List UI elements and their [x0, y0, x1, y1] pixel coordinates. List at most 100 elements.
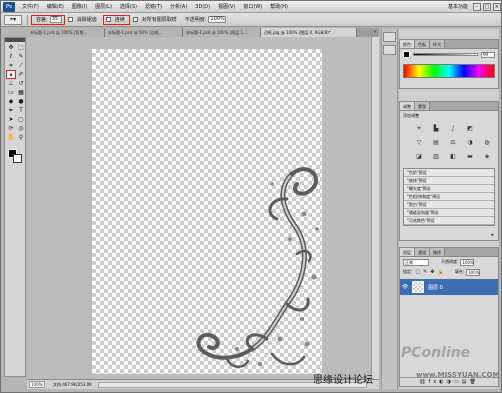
gray-slider[interactable]	[413, 53, 478, 56]
posterize-icon[interactable]: ▥	[431, 152, 441, 161]
layer-opacity-input[interactable]: 100%	[460, 258, 475, 266]
tab-document-3[interactable]: 未标题-1.psd @ 100% (图层 1...	[183, 28, 261, 37]
panel-foreground-swatch[interactable]	[403, 51, 410, 58]
curves-icon[interactable]: ∫	[448, 124, 458, 133]
menu-layer[interactable]: 图层(L)	[91, 3, 116, 10]
lock-all-icon[interactable]: 🔒	[438, 269, 444, 275]
magic-wand-tool-icon[interactable]: ✦	[6, 70, 16, 79]
workspace-switcher[interactable]: 基本功能	[445, 3, 471, 10]
menu-view[interactable]: 视图(V)	[214, 3, 239, 10]
menu-image[interactable]: 图像(I)	[68, 3, 91, 10]
levels-icon[interactable]: ▙	[431, 124, 441, 133]
preset-exposure[interactable]: "曝光度"预设	[404, 185, 494, 193]
contiguous-checkbox[interactable]	[105, 17, 111, 22]
blend-mode-select[interactable]: 正常	[403, 258, 429, 266]
zoom-tool-icon[interactable]: ⚲	[16, 133, 26, 142]
hand-tool-icon[interactable]: ✋	[6, 133, 16, 142]
selective-color-icon[interactable]: ◈	[482, 152, 492, 161]
preset-curves[interactable]: "曲线"预设	[404, 177, 494, 185]
menu-file[interactable]: 文件(F)	[18, 3, 43, 10]
sample-all-checkbox[interactable]	[132, 17, 138, 22]
document-canvas[interactable]	[92, 49, 322, 374]
opacity-input[interactable]: 100%	[208, 16, 227, 23]
floral-ornament-image	[196, 167, 319, 368]
menu-filter[interactable]: 滤镜(T)	[141, 3, 166, 10]
stamp-tool-icon[interactable]: ⊥	[6, 79, 16, 88]
fill-input[interactable]: 100%	[466, 268, 481, 276]
shape-tool-icon[interactable]: ▢	[16, 115, 26, 124]
tolerance-input[interactable]: 35	[49, 16, 62, 23]
hue-saturation-icon[interactable]: ▤	[431, 138, 441, 147]
close-button[interactable]: ×	[493, 2, 501, 11]
actions-panel-icon[interactable]	[383, 45, 396, 55]
lasso-tool-icon[interactable]: ℓ	[6, 52, 16, 61]
gray-value-field[interactable]: 99	[481, 51, 495, 58]
3d-rotate-tool-icon[interactable]: ⟳	[6, 124, 16, 133]
preset-hue-saturation[interactable]: "色相/饱和度"预设	[404, 193, 494, 201]
menu-select[interactable]: 选择(S)	[116, 3, 141, 10]
tab-swatches[interactable]: 色板	[415, 40, 430, 48]
type-tool-icon[interactable]: T	[16, 106, 26, 115]
eraser-tool-icon[interactable]: ▭	[6, 88, 16, 97]
gradient-tool-icon[interactable]: ▦	[16, 88, 26, 97]
marquee-tool-icon[interactable]: ⬚	[16, 43, 26, 52]
history-brush-tool-icon[interactable]: ↺	[16, 79, 26, 88]
tab-document-1[interactable]: 未标题-1.psd @ 100% (背景...	[27, 28, 105, 37]
layer-row[interactable]: 👁 图层 0	[400, 279, 498, 295]
antialias-checkbox[interactable]	[67, 17, 73, 22]
3d-orbit-tool-icon[interactable]: ◎	[16, 124, 26, 133]
invert-icon[interactable]: ◪	[414, 152, 424, 161]
tab-document-active[interactable]: 边框.jpg @ 100% (图层 0, RGB/8)*	[261, 28, 357, 37]
minimize-button[interactable]: –	[473, 2, 481, 11]
menu-window[interactable]: 窗口(W)	[239, 3, 266, 10]
threshold-icon[interactable]: ◧	[448, 152, 458, 161]
tool-preset-picker[interactable]: ⌖▾	[4, 14, 22, 25]
tab-channels[interactable]: 通道	[415, 248, 430, 256]
tab-layers[interactable]: 图层	[400, 248, 415, 256]
eyedropper-tool-icon[interactable]: ⁄	[16, 61, 26, 70]
tab-document-2[interactable]: 未标题-1.psd @ 50% (边框...	[105, 28, 183, 37]
color-spectrum-bar[interactable]	[403, 64, 495, 78]
color-balance-icon[interactable]: ⚖	[448, 138, 458, 147]
preset-black-white[interactable]: "黑白"预设	[404, 201, 494, 209]
lock-image-icon[interactable]: ✎	[423, 269, 427, 275]
vertical-scrollbar[interactable]	[371, 37, 379, 379]
tabs-overflow-icon[interactable]: »	[371, 28, 379, 37]
quick-select-tool-icon[interactable]: ✎	[16, 52, 26, 61]
pen-tool-icon[interactable]: ✒	[6, 106, 16, 115]
menu-3d[interactable]: 3D(D)	[191, 4, 214, 10]
move-tool-icon[interactable]: ✥	[6, 43, 16, 52]
brush-tool-icon[interactable]: ✐	[16, 70, 26, 79]
zoom-level-field[interactable]: 100%	[29, 381, 45, 388]
visibility-eye-icon[interactable]: 👁	[402, 283, 410, 291]
vibrance-icon[interactable]: ▽	[414, 138, 424, 147]
background-color-swatch[interactable]	[13, 154, 22, 163]
tab-styles[interactable]: 样式	[430, 40, 445, 48]
photo-filter-icon[interactable]: ◍	[482, 138, 492, 147]
menu-analysis[interactable]: 分析(A)	[166, 3, 191, 10]
preset-selective-color[interactable]: "可选颜色"预设	[404, 217, 494, 225]
lock-position-icon[interactable]: ✥	[430, 269, 434, 275]
menu-help[interactable]: 帮助(H)	[266, 3, 292, 10]
exposure-icon[interactable]: ◩	[465, 124, 475, 133]
maximize-button[interactable]: □	[483, 2, 491, 11]
black-white-icon[interactable]: ◑	[465, 138, 475, 147]
adjustments-panel-menu-icon[interactable]: ▸	[491, 232, 494, 238]
tab-color[interactable]: 颜色	[400, 40, 415, 48]
history-panel-icon[interactable]	[383, 32, 396, 42]
preset-channel-mixer[interactable]: "通道混和器"预设	[404, 209, 494, 217]
tab-adjustments[interactable]: 调整	[400, 102, 415, 110]
tab-paths[interactable]: 路径	[430, 248, 445, 256]
preset-levels[interactable]: "色阶"预设	[404, 169, 494, 177]
blur-tool-icon[interactable]: ◆	[6, 97, 16, 106]
document-size-info[interactable]: 文档:467.9K/253.0K	[53, 382, 92, 388]
forum-watermark-text: 思缘设计论坛	[313, 375, 373, 386]
tab-masks[interactable]: 蒙版	[415, 102, 430, 110]
crop-tool-icon[interactable]: ⌗	[6, 61, 16, 70]
lock-transparency-icon[interactable]: ▢	[415, 269, 420, 275]
path-select-tool-icon[interactable]: ➤	[6, 115, 16, 124]
dodge-tool-icon[interactable]: ●	[16, 97, 26, 106]
menu-edit[interactable]: 编辑(E)	[43, 3, 68, 10]
brightness-icon[interactable]: ☀	[414, 124, 424, 133]
gradient-map-icon[interactable]: ▬	[465, 152, 475, 161]
